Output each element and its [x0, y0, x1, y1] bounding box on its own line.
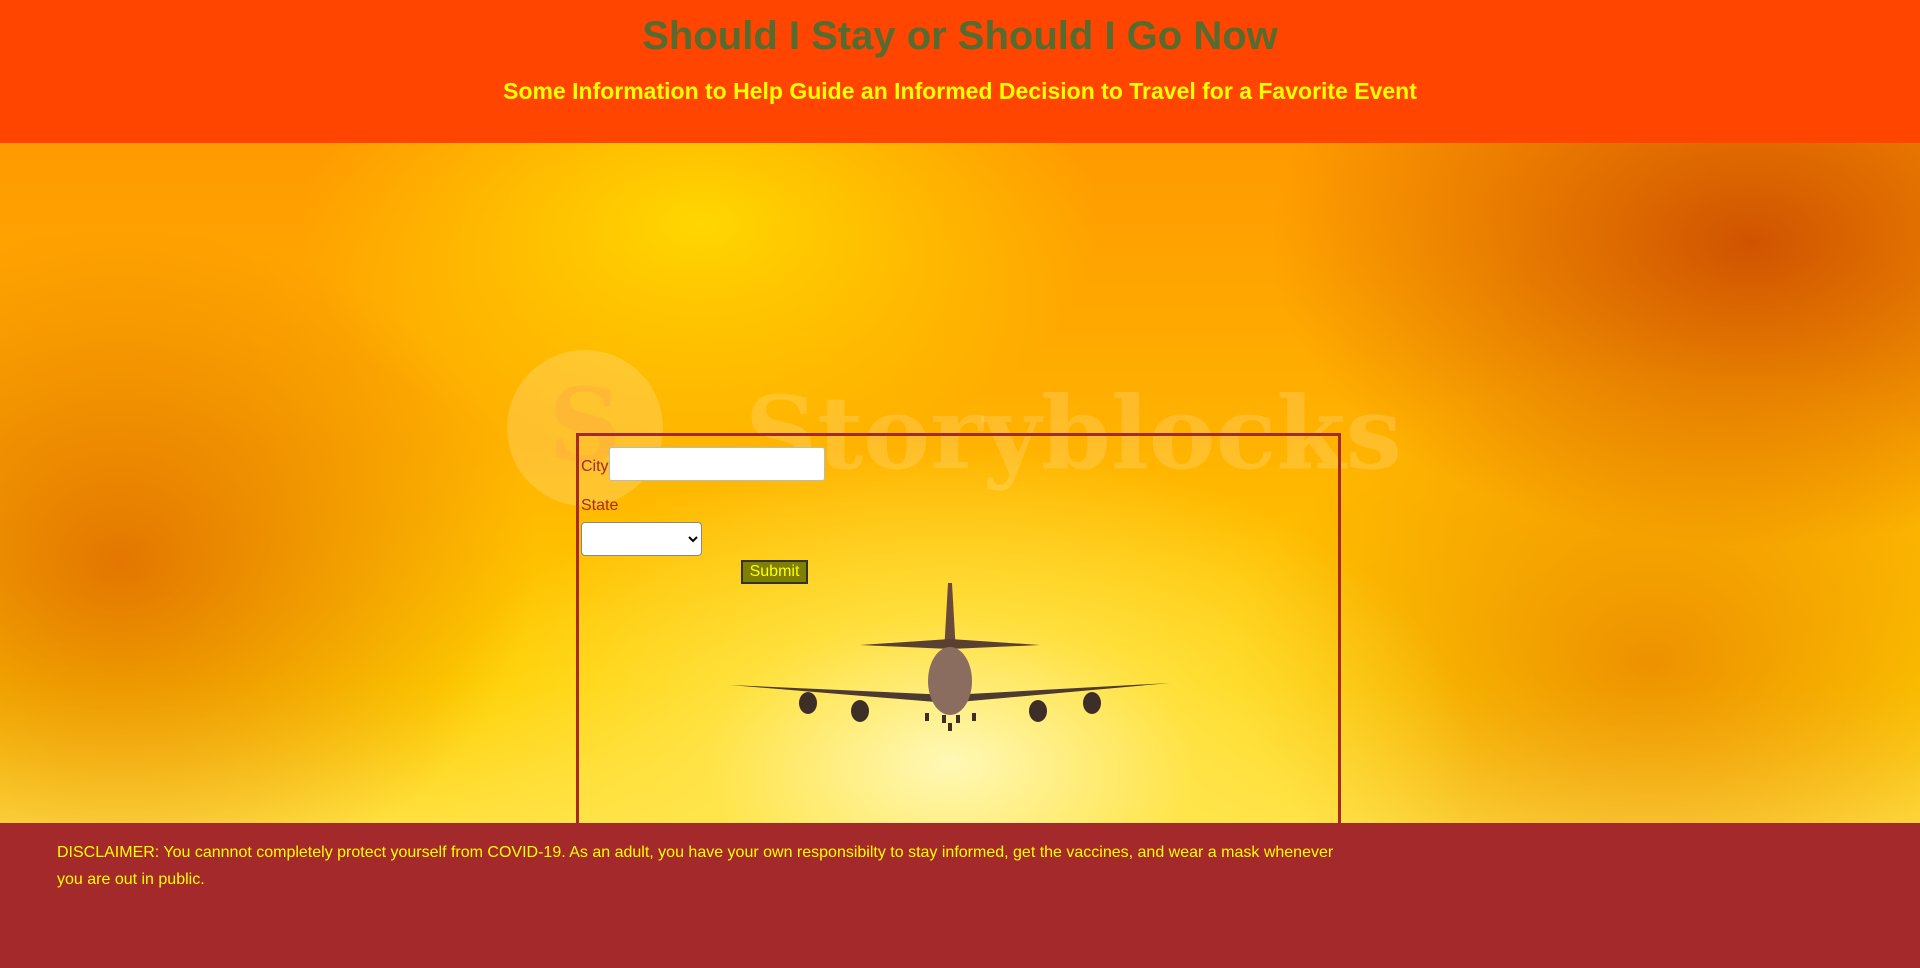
disclaimer-text: DISCLAIMER: You cannnot completely prote… — [57, 844, 1334, 888]
search-form: City State Submit — [576, 433, 1341, 823]
state-select[interactable] — [581, 522, 702, 556]
state-label: State — [581, 497, 619, 514]
page-footer: DISCLAIMER: You cannnot completely prote… — [0, 823, 1920, 968]
submit-button[interactable]: Submit — [741, 560, 808, 584]
page-title: Should I Stay or Should I Go Now — [642, 14, 1278, 58]
city-label: City — [581, 458, 609, 475]
hero-background: S Storyblocks City State Submit — [0, 143, 1920, 823]
city-input[interactable] — [609, 447, 825, 481]
page-header: Should I Stay or Should I Go Now Some In… — [0, 0, 1920, 143]
page-subtitle: Some Information to Help Guide an Inform… — [503, 78, 1417, 104]
